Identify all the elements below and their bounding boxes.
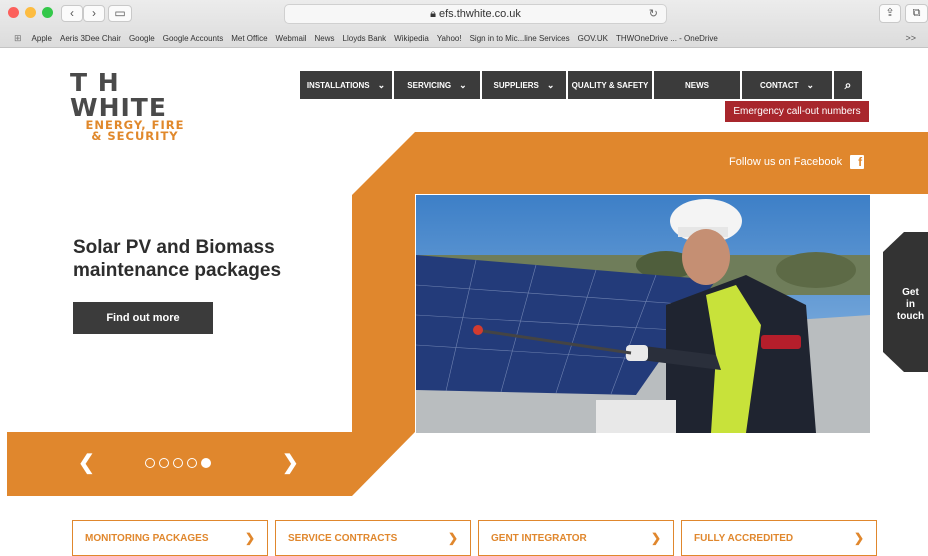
chevron-right-icon: ❯ <box>447 531 458 545</box>
feature-label: FULLY ACCREDITED <box>694 532 794 544</box>
get-in-touch-line-2: in <box>906 299 915 310</box>
get-in-touch-line-3: touch <box>896 311 925 322</box>
slider-prev-button[interactable]: ❮ <box>78 450 95 475</box>
hero-title: Solar PV and Biomass maintenance package… <box>73 237 282 281</box>
slider-dot[interactable] <box>201 458 211 468</box>
feature-gent-integrator[interactable]: GENT INTEGRATOR ❯ <box>478 520 674 556</box>
find-out-more-button[interactable]: Find out more <box>73 302 213 334</box>
feature-links: MONITORING PACKAGES ❯ SERVICE CONTRACTS … <box>72 520 877 556</box>
slider-dot[interactable] <box>159 458 169 468</box>
chevron-right-icon: ❯ <box>244 531 255 545</box>
feature-service-contracts[interactable]: SERVICE CONTRACTS ❯ <box>275 520 471 556</box>
get-in-touch-button[interactable]: Get in touch <box>889 287 928 323</box>
feature-label: MONITORING PACKAGES <box>85 532 209 544</box>
slider-dot[interactable] <box>187 458 197 468</box>
slider-next-button[interactable]: ❯ <box>282 450 299 475</box>
slider-dots <box>145 458 211 468</box>
feature-fully-accredited[interactable]: FULLY ACCREDITED ❯ <box>681 520 877 556</box>
slider-dot[interactable] <box>173 458 183 468</box>
slider-panel <box>7 432 415 496</box>
chevron-right-icon: ❯ <box>853 531 864 545</box>
slider-dot[interactable] <box>145 458 155 468</box>
hero-image <box>416 195 870 433</box>
hero-orange-band <box>352 132 415 432</box>
feature-label: GENT INTEGRATOR <box>491 532 587 544</box>
feature-label: SERVICE CONTRACTS <box>288 532 398 544</box>
chevron-right-icon: ❯ <box>650 531 661 545</box>
feature-monitoring-packages[interactable]: MONITORING PACKAGES ❯ <box>72 520 268 556</box>
get-in-touch-line-1: Get <box>902 287 919 298</box>
